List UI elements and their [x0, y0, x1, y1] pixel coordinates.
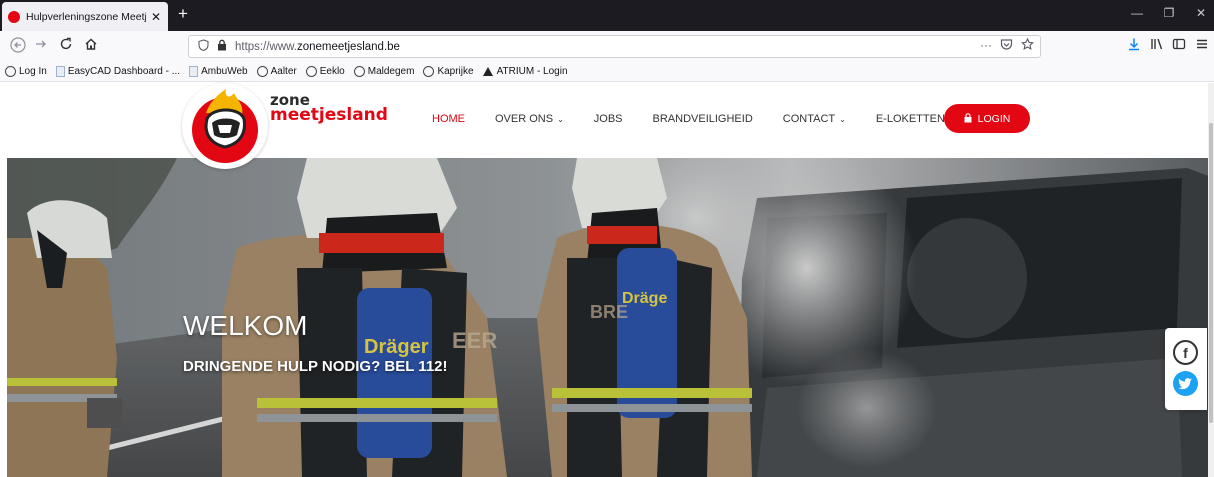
menu-icon[interactable]	[1192, 37, 1212, 57]
lock-icon	[964, 112, 972, 125]
url-host: zonemeetjesland.be	[297, 40, 400, 53]
menu-item-brandveiligheid[interactable]: BRANDVEILIGHEID	[653, 113, 753, 125]
twitter-icon[interactable]	[1173, 371, 1198, 396]
tab-title: Hulpverleningszone Meetjeslan	[26, 10, 146, 23]
download-icon[interactable]	[1124, 37, 1144, 57]
menu-item-contact[interactable]: CONTACT ⌄	[783, 113, 846, 125]
url-text: https://www.zonemeetjesland.be	[235, 41, 400, 53]
globe-icon	[423, 66, 435, 77]
web-page: HOME OVER ONS ⌄ JOBS BRANDVEILIGHEID CONTACT ⌄…	[0, 83, 1214, 477]
bookmark-item[interactable]: Aalter	[256, 66, 297, 77]
bookmark-item[interactable]: Eeklo	[305, 66, 345, 77]
globe-icon	[256, 66, 268, 77]
logo-text[interactable]: zone meetjesland	[270, 93, 388, 124]
url-prefix: https://www.	[235, 40, 297, 53]
bookmark-label: Maldegem	[367, 66, 415, 77]
menu-item-label: OVER ONS	[495, 113, 554, 125]
menu-item-label: HOME	[432, 113, 465, 125]
sidebar-icon[interactable]	[1169, 37, 1189, 57]
bookmark-item[interactable]: Kaprijke	[423, 66, 474, 77]
hero-subtitle: DRINGENDE HULP NODIG? BEL 112!	[183, 358, 448, 375]
menu-item-home[interactable]: HOME	[432, 113, 465, 125]
globe-icon	[353, 66, 365, 77]
globe-icon	[305, 66, 317, 77]
bookmark-label: AmbuWeb	[201, 66, 248, 77]
forward-icon[interactable]	[31, 37, 51, 57]
atrium-icon	[482, 67, 493, 76]
social-share-bar: f	[1165, 328, 1207, 410]
bookmark-label: Aalter	[270, 66, 297, 77]
login-button[interactable]: LOGIN	[944, 104, 1030, 133]
menu-item-label: JOBS	[593, 113, 623, 125]
bookmark-label: Log In	[19, 66, 47, 77]
close-window-button[interactable]: ✕	[1193, 6, 1209, 20]
bookmark-item[interactable]: Log In	[5, 66, 47, 77]
bookmark-label: Eeklo	[319, 66, 345, 77]
lock-icon[interactable]	[217, 39, 229, 54]
menu-item-jobs[interactable]: JOBS	[594, 113, 623, 125]
navigation-toolbar: https://www.zonemeetjesland.be ···	[0, 31, 1214, 62]
logo-line-meetjesland: meetjesland	[270, 105, 388, 125]
facebook-icon[interactable]: f	[1173, 340, 1198, 365]
menu-item-label: CONTACT	[782, 113, 836, 125]
globe-icon	[5, 66, 16, 77]
home-icon[interactable]	[81, 37, 101, 57]
new-tab-button[interactable]: +	[174, 5, 192, 23]
login-label: LOGIN	[977, 112, 1011, 125]
bookmarks-toolbar: Log In EasyCAD Dashboard - ... AmbuWeb Aalt…	[0, 62, 1214, 82]
page-actions-icon[interactable]: ···	[980, 38, 992, 54]
close-tab-icon[interactable]: ✕	[150, 10, 162, 24]
menu-item-label: BRANDVEILIGHEID	[652, 113, 753, 125]
bookmark-item[interactable]: AmbuWeb	[189, 66, 248, 77]
main-menu: HOME OVER ONS ⌄ JOBS BRANDVEILIGHEID CONTACT ⌄…	[432, 113, 986, 125]
menu-item-label: E-LOKETTEN	[875, 113, 945, 125]
bookmark-label: ATRIUM - Login	[496, 66, 568, 77]
url-bar[interactable]: https://www.zonemeetjesland.be ···	[188, 35, 1041, 58]
page-icon	[55, 66, 65, 77]
bookmark-label: Kaprijke	[437, 66, 474, 77]
library-icon[interactable]	[1147, 37, 1167, 57]
back-icon[interactable]	[8, 37, 28, 57]
minimize-button[interactable]: —	[1129, 6, 1145, 20]
page-icon	[189, 66, 199, 77]
bookmark-label: EasyCAD Dashboard - ...	[67, 66, 181, 77]
chevron-down-icon: ⌄	[839, 115, 846, 124]
page-scrollbar[interactable]	[1208, 83, 1214, 477]
chevron-down-icon: ⌄	[557, 115, 564, 124]
reload-icon[interactable]	[56, 37, 76, 57]
pocket-icon[interactable]	[1000, 38, 1013, 54]
hero-title: WELKOM	[183, 310, 308, 341]
site-logo[interactable]	[182, 83, 268, 169]
scrollbar-thumb[interactable]	[1209, 123, 1213, 423]
maximize-button[interactable]: ❐	[1161, 6, 1177, 20]
zone-logo-icon	[185, 86, 265, 166]
bookmark-item[interactable]: ATRIUM - Login	[482, 66, 568, 77]
browser-tab[interactable]: Hulpverleningszone Meetjeslan ✕	[2, 2, 168, 31]
bookmark-star-icon[interactable]	[1021, 37, 1034, 54]
bookmark-item[interactable]: Maldegem	[353, 66, 415, 77]
menu-item-over-ons[interactable]: OVER ONS ⌄	[495, 113, 564, 125]
bookmark-item[interactable]: EasyCAD Dashboard - ...	[55, 66, 181, 77]
favicon-icon	[8, 10, 20, 23]
tracking-protection-icon[interactable]	[195, 39, 211, 54]
tab-bar: Hulpverleningszone Meetjeslan ✕ + — ❐ ✕	[0, 0, 1214, 31]
